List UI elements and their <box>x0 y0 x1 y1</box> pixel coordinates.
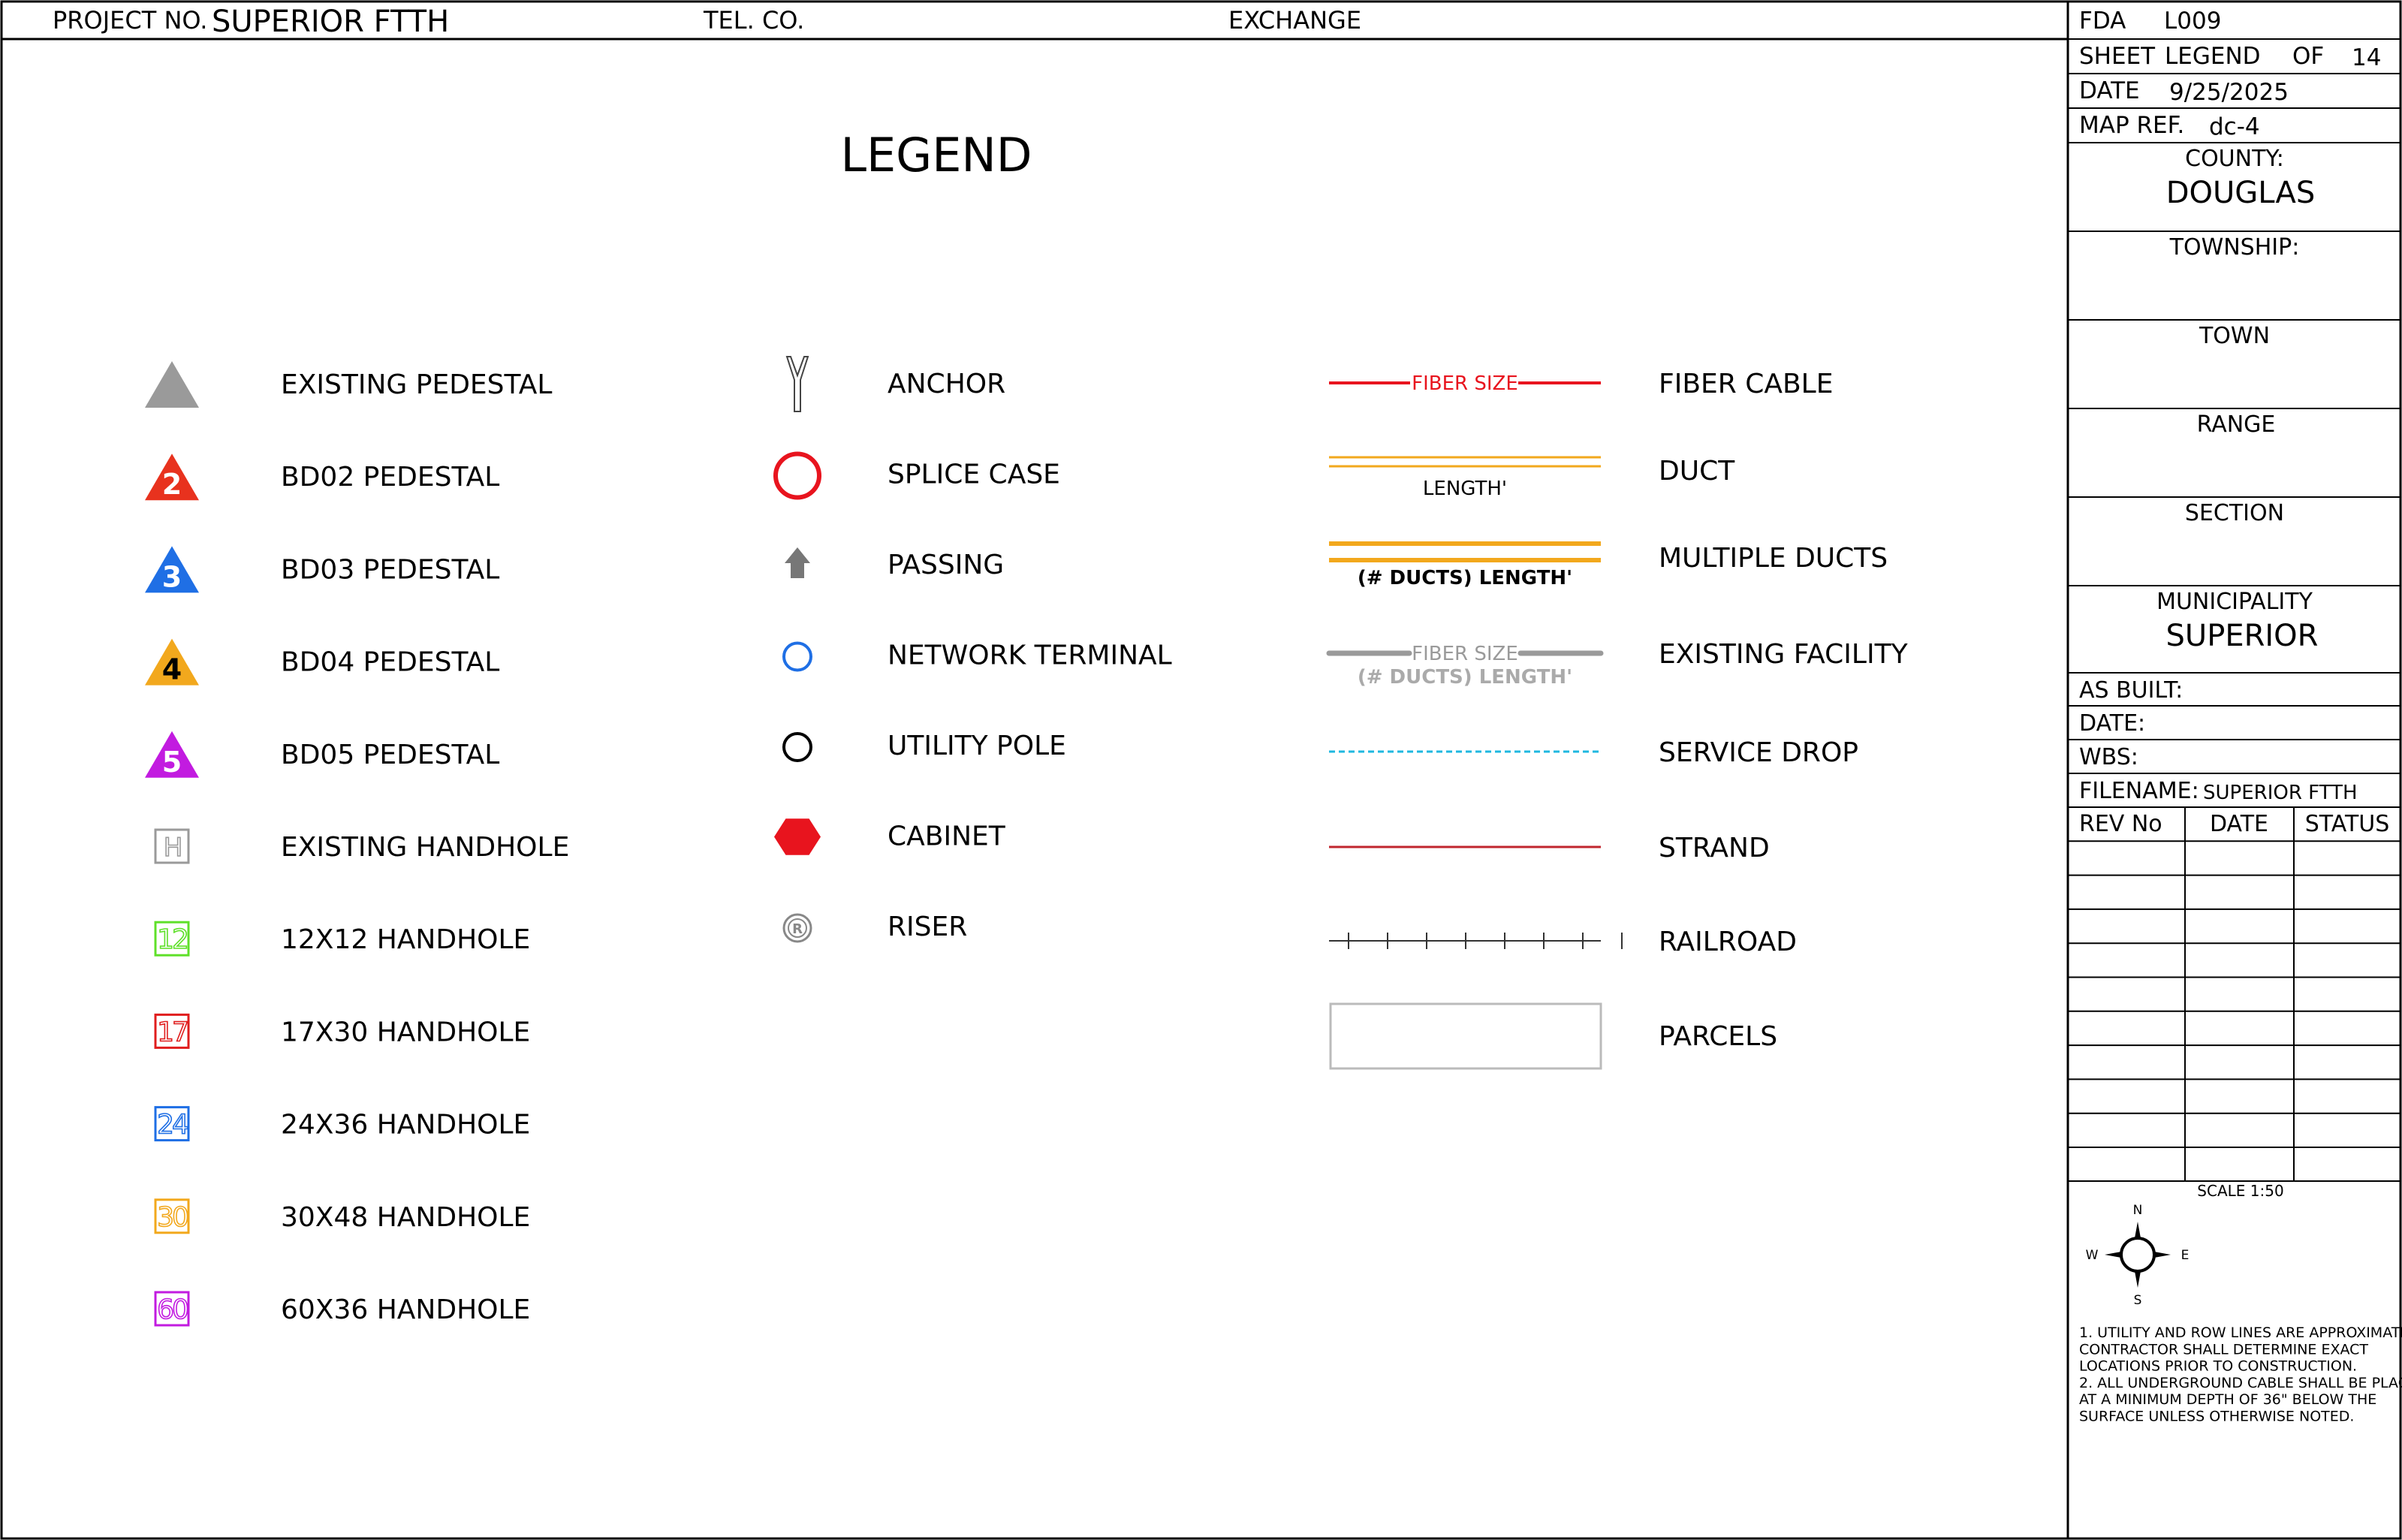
town-label: TOWN <box>2199 323 2270 349</box>
note-line: AT A MINIMUM DEPTH OF 36" BELOW THE <box>2079 1391 2376 1408</box>
sheet-value: LEGEND <box>2165 43 2261 70</box>
section-label: SECTION <box>2185 500 2284 526</box>
svg-text:FIBER SIZE: FIBER SIZE <box>1412 643 1518 665</box>
legend-label: EXISTING PEDESTAL <box>281 369 552 400</box>
legend-label: 30X48 HANDHOLE <box>281 1202 530 1233</box>
exchange-label: EXCHANGE <box>1228 6 1361 35</box>
wbs-label: WBS: <box>2079 744 2138 770</box>
telco-label: TEL. CO. <box>703 6 804 35</box>
asbuilt-label: AS BUILT: <box>2079 677 2183 704</box>
of-value: 14 <box>2352 44 2381 71</box>
device-label: NETWORK TERMINAL <box>888 640 1172 671</box>
legend-label: BD05 PEDESTAL <box>281 740 499 770</box>
svg-text:FIBER SIZE: FIBER SIZE <box>1412 372 1518 395</box>
handhole-24-icon: 24 <box>154 1106 191 1142</box>
line-label: PARCELS <box>1659 1021 1777 1052</box>
page-title: LEGEND <box>840 128 1032 182</box>
note-line: 2. ALL UNDERGROUND CABLE SHALL BE PLACED <box>2079 1375 2402 1391</box>
note-line: 1. UTILITY AND ROW LINES ARE APPROXIMATE… <box>2079 1325 2402 1341</box>
range-label: RANGE <box>2197 411 2276 438</box>
rev-header-status: STATUS <box>2305 811 2390 837</box>
project-value: SUPERIOR FTTH <box>212 5 449 39</box>
device-label: SPLICE CASE <box>888 460 1060 490</box>
svg-text:(# DUCTS) LENGTH': (# DUCTS) LENGTH' <box>1358 567 1572 589</box>
svg-text:LENGTH': LENGTH' <box>1423 478 1507 500</box>
mapref-label: MAP REF. <box>2079 112 2184 139</box>
svg-text:3: 3 <box>162 560 182 593</box>
of-label: OF <box>2292 43 2324 70</box>
legend-label: 12X12 HANDHOLE <box>281 924 530 955</box>
legend-label: BD03 PEDESTAL <box>281 554 499 585</box>
compass-e: E <box>2181 1248 2190 1263</box>
line-label: DUCT <box>1659 456 1735 487</box>
date-value: 9/25/2025 <box>2169 79 2289 106</box>
filename-value: SUPERIOR FTTH <box>2203 782 2358 804</box>
mapref-value: dc-4 <box>2209 113 2260 140</box>
construction-notes: 1. UTILITY AND ROW LINES ARE APPROXIMATE… <box>2079 1325 2402 1425</box>
svg-text:17: 17 <box>157 1017 187 1047</box>
municipality-label: MUNICIPALITY <box>2156 589 2313 615</box>
handhole-30-icon: 30 <box>154 1198 191 1234</box>
legend-label: 17X30 HANDHOLE <box>281 1017 530 1047</box>
fda-value: L009 <box>2164 8 2221 35</box>
county-label: COUNTY: <box>2185 146 2284 172</box>
township-label: TOWNSHIP: <box>2169 234 2300 261</box>
svg-text:R: R <box>792 921 803 937</box>
project-label: PROJECT NO. <box>53 6 207 35</box>
date2-label: DATE: <box>2079 710 2145 737</box>
device-label: RISER <box>888 912 967 942</box>
device-label: UTILITY POLE <box>888 731 1066 761</box>
legend-sheet: PROJECT NO. SUPERIOR FTTH TEL. CO. EXCHA… <box>0 0 2402 1540</box>
note-line: CONTRACTOR SHALL DETERMINE EXACT <box>2079 1341 2368 1358</box>
compass-s: S <box>2134 1293 2142 1308</box>
device-item-6: CABINET <box>774 818 1006 855</box>
svg-text:2: 2 <box>162 468 182 501</box>
compass-n: N <box>2133 1203 2143 1218</box>
scale-text: SCALE 1:50 <box>2197 1182 2283 1200</box>
svg-text:12: 12 <box>157 924 187 955</box>
line-label: STRAND <box>1659 833 1770 863</box>
legend-label: EXISTING HANDHOLE <box>281 832 569 863</box>
line-label: SERVICE DROP <box>1659 737 1858 768</box>
legend-label: BD02 PEDESTAL <box>281 462 499 493</box>
riser-icon: R <box>782 913 812 943</box>
legend-label: BD04 PEDESTAL <box>281 647 499 678</box>
svg-text:5: 5 <box>162 746 182 779</box>
municipality-value: SUPERIOR <box>2166 619 2319 653</box>
svg-text:24: 24 <box>157 1110 188 1141</box>
device-label: ANCHOR <box>888 369 1005 399</box>
line-label: EXISTING FACILITY <box>1659 639 1909 670</box>
svg-text:30: 30 <box>157 1202 188 1233</box>
handhole-17-icon: 17 <box>154 1013 190 1049</box>
line-label: RAILROAD <box>1659 927 1797 957</box>
legend-label: 60X36 HANDHOLE <box>281 1294 530 1325</box>
fda-label: FDA <box>2079 8 2126 35</box>
device-label: CABINET <box>888 821 1006 852</box>
compass-w: W <box>2086 1248 2099 1263</box>
legend-label: 24X36 HANDHOLE <box>281 1110 530 1141</box>
rev-header-date: DATE <box>2210 811 2268 837</box>
note-line: LOCATIONS PRIOR TO CONSTRUCTION. <box>2079 1358 2357 1375</box>
svg-text:60: 60 <box>157 1294 188 1325</box>
note-line: SURFACE UNLESS OTHERWISE NOTED. <box>2079 1409 2354 1425</box>
sheet-label: SHEET <box>2079 43 2156 70</box>
device-label: PASSING <box>888 550 1004 580</box>
filename-label: FILENAME: <box>2079 778 2199 804</box>
line-label: MULTIPLE DUCTS <box>1659 543 1888 574</box>
county-value: DOUGLAS <box>2166 176 2316 210</box>
svg-text:H: H <box>164 833 181 863</box>
date-label: DATE <box>2079 77 2140 104</box>
svg-text:(# DUCTS) LENGTH': (# DUCTS) LENGTH' <box>1358 666 1572 689</box>
line-label: FIBER CABLE <box>1659 369 1834 399</box>
handhole-60-icon: 60 <box>154 1291 191 1327</box>
svg-text:4: 4 <box>162 653 182 686</box>
handhole-12-icon: 12 <box>154 921 190 957</box>
rev-header-revno: REV No <box>2079 811 2162 837</box>
